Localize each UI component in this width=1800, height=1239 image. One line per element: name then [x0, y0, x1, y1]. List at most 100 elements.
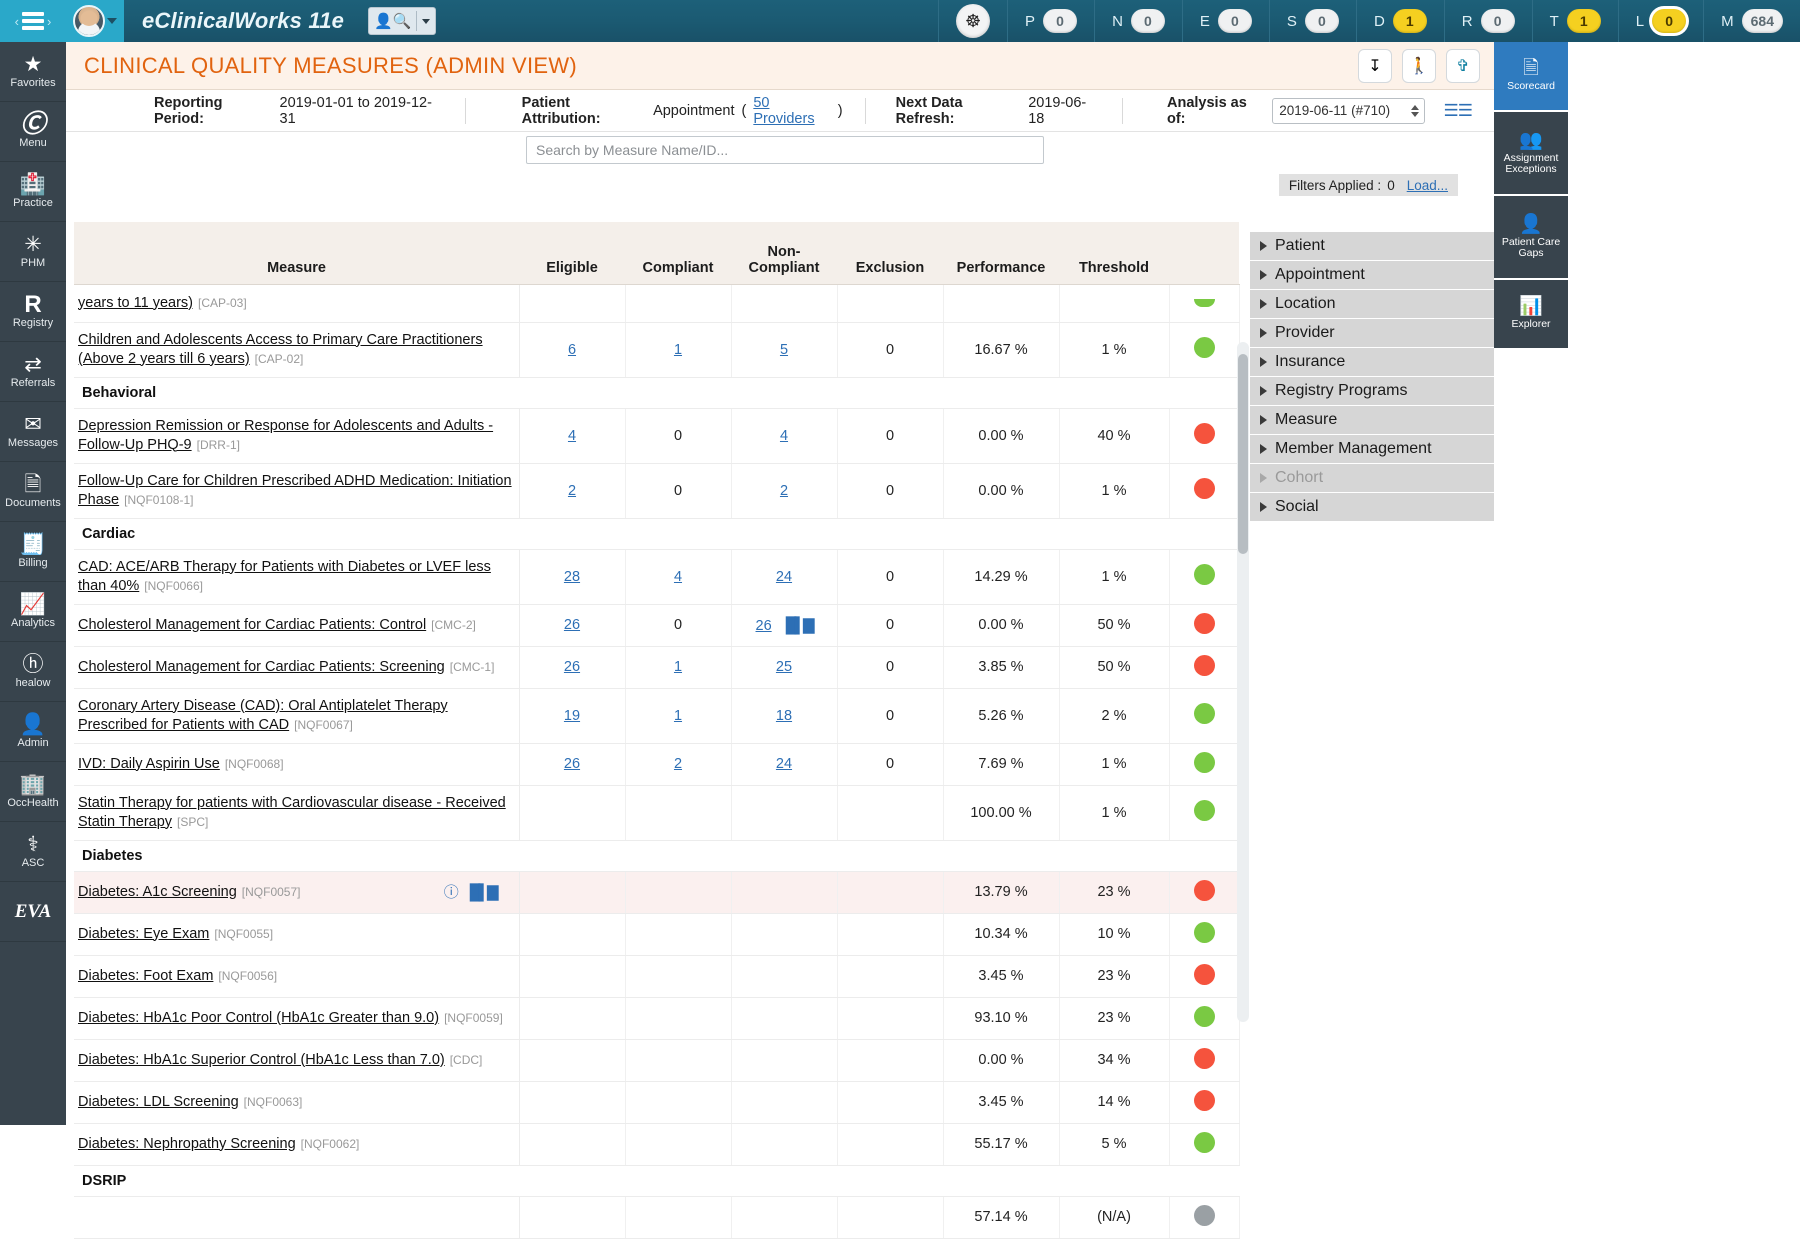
- eligible-link[interactable]: 26: [564, 756, 580, 772]
- sidebar-item-practice[interactable]: 🏥 Practice: [0, 162, 66, 222]
- sidebar-item-admin[interactable]: 👤 Admin: [0, 702, 66, 762]
- col-header-noncompliant[interactable]: Non- Compliant: [731, 222, 837, 285]
- measure-link[interactable]: Diabetes: HbA1c Superior Control (HbA1c …: [78, 1052, 445, 1068]
- col-header-exclusion[interactable]: Exclusion: [837, 222, 943, 285]
- sidebar-item-eva[interactable]: EVA: [0, 882, 66, 942]
- eligible-cell[interactable]: 26: [519, 604, 626, 647]
- noncompliant-cell[interactable]: 4: [731, 408, 838, 464]
- eligible-link[interactable]: 26: [564, 617, 580, 633]
- sidebar-item-billing[interactable]: 🧾 Billing: [0, 522, 66, 582]
- table-row[interactable]: Depression Remission or Response for Ado…: [74, 408, 1240, 464]
- col-header-threshold[interactable]: Threshold: [1059, 222, 1169, 285]
- table-row[interactable]: IVD: Daily Aspirin Use [NQF0068] 26 2 24 …: [74, 743, 1240, 786]
- eligible-cell[interactable]: 28: [519, 549, 626, 605]
- chevron-down-icon[interactable]: [107, 18, 117, 24]
- compliant-link[interactable]: 1: [674, 342, 682, 358]
- table-scrollbar[interactable]: [1237, 342, 1249, 1022]
- col-header-performance[interactable]: Performance: [943, 222, 1059, 285]
- filter-section-location[interactable]: Location: [1250, 290, 1494, 318]
- col-header-compliant[interactable]: Compliant: [625, 222, 731, 285]
- table-row[interactable]: Diabetes: A1c Screening [NQF0057] ⓘ █▌▇ 1…: [74, 871, 1240, 914]
- filter-section-patient[interactable]: Patient: [1250, 232, 1494, 260]
- tab-patient-care-gaps[interactable]: 👤 Patient Care Gaps: [1494, 196, 1568, 280]
- filter-section-appointment[interactable]: Appointment: [1250, 261, 1494, 289]
- measure-link[interactable]: IVD: Daily Aspirin Use: [78, 756, 220, 772]
- table-row[interactable]: Diabetes: Nephropathy Screening [NQF0062]…: [74, 1123, 1240, 1166]
- table-row[interactable]: CAD: ACE/ARB Therapy for Patients with D…: [74, 549, 1240, 605]
- table-row[interactable]: Follow-Up Care for Children Prescribed A…: [74, 463, 1240, 519]
- table-row[interactable]: Diabetes: HbA1c Superior Control (HbA1c …: [74, 1039, 1240, 1082]
- noncompliant-link[interactable]: 4: [780, 428, 788, 444]
- stepper-icon[interactable]: [1410, 104, 1419, 117]
- compliant-cell[interactable]: 4: [625, 549, 732, 605]
- table-row[interactable]: 57.14 % (N/A): [74, 1196, 1240, 1239]
- noncompliant-link[interactable]: 5: [780, 342, 788, 358]
- measure-link[interactable]: Cholesterol Management for Cardiac Patie…: [78, 617, 426, 633]
- eligible-link[interactable]: 28: [564, 569, 580, 585]
- filter-section-registry-programs[interactable]: Registry Programs: [1250, 377, 1494, 405]
- sidebar-item-favorites[interactable]: ★ Favorites: [0, 42, 66, 102]
- measure-link[interactable]: Diabetes: LDL Screening: [78, 1094, 239, 1110]
- sidebar-item-messages[interactable]: ✉ Messages: [0, 402, 66, 462]
- eligible-cell[interactable]: 26: [519, 743, 626, 786]
- help-icon[interactable]: ⓘ: [444, 883, 459, 902]
- noncompliant-cell[interactable]: 24: [731, 549, 838, 605]
- load-filters-link[interactable]: Load...: [1407, 178, 1448, 193]
- bar-chart-icon[interactable]: █▌▇: [786, 617, 815, 634]
- eligible-cell[interactable]: 2: [519, 463, 626, 519]
- patient-search-button[interactable]: 👤🔍: [368, 7, 437, 35]
- search-input[interactable]: [526, 136, 1044, 164]
- eligible-link[interactable]: 2: [568, 483, 576, 499]
- sidebar-item-analytics[interactable]: 📈 Analytics: [0, 582, 66, 642]
- noncompliant-cell[interactable]: 18: [731, 688, 838, 744]
- compliant-link[interactable]: 2: [674, 756, 682, 772]
- eligible-cell[interactable]: 26: [519, 646, 626, 689]
- badge-M[interactable]: M 684: [1703, 0, 1800, 42]
- sidebar-item-referrals[interactable]: ⇄ Referrals: [0, 342, 66, 402]
- col-header-eligible[interactable]: Eligible: [519, 222, 625, 285]
- table-row[interactable]: Diabetes: HbA1c Poor Control (HbA1c Grea…: [74, 997, 1240, 1040]
- measure-link[interactable]: Diabetes: Nephropathy Screening: [78, 1136, 296, 1152]
- noncompliant-link[interactable]: 18: [776, 708, 792, 724]
- table-row[interactable]: Statin Therapy for patients with Cardiov…: [74, 785, 1240, 841]
- table-row[interactable]: Coronary Artery Disease (CAD): Oral Anti…: [74, 688, 1240, 744]
- table-row[interactable]: Diabetes: Foot Exam [NQF0056] 3.45 % 23 %: [74, 955, 1240, 998]
- compliant-link[interactable]: 4: [674, 569, 682, 585]
- table-row[interactable]: years to 11 years) [CAP-03]: [74, 284, 1240, 323]
- compliant-cell[interactable]: 2: [625, 743, 732, 786]
- bar-chart-icon[interactable]: █▌▇: [470, 883, 499, 902]
- sidebar-item-documents[interactable]: 🗎 Documents: [0, 462, 66, 522]
- sidebar-item-occhealth[interactable]: 🏢 OccHealth: [0, 762, 66, 822]
- sync-button-cell[interactable]: ☸: [938, 0, 1007, 42]
- noncompliant-cell[interactable]: 25: [731, 646, 838, 689]
- measure-link[interactable]: CAD: ACE/ARB Therapy for Patients with D…: [78, 559, 491, 594]
- hamburger-icon[interactable]: [22, 12, 44, 30]
- noncompliant-cell[interactable]: 5: [731, 322, 838, 378]
- sidebar-item-menu[interactable]: Ⓒ Menu: [0, 102, 66, 162]
- nav-prev-icon[interactable]: ‹: [15, 14, 19, 29]
- table-row[interactable]: Diabetes: Eye Exam [NQF0055] 10.34 % 10 %: [74, 913, 1240, 956]
- measure-link[interactable]: Statin Therapy for patients with Cardiov…: [78, 795, 506, 830]
- providers-link[interactable]: 50 Providers: [753, 95, 830, 127]
- scrollbar-thumb[interactable]: [1238, 354, 1248, 554]
- table-row[interactable]: Cholesterol Management for Cardiac Patie…: [74, 604, 1240, 647]
- badge-R[interactable]: R 0: [1443, 0, 1532, 42]
- measure-link[interactable]: Coronary Artery Disease (CAD): Oral Anti…: [78, 698, 448, 733]
- user-avatar-menu[interactable]: [66, 0, 124, 42]
- list-view-icon[interactable]: ☰☰: [1444, 101, 1474, 121]
- badge-S[interactable]: S 0: [1268, 0, 1356, 42]
- filter-section-member-management[interactable]: Member Management: [1250, 435, 1494, 463]
- measure-link[interactable]: Cholesterol Management for Cardiac Patie…: [78, 659, 445, 675]
- eligible-cell[interactable]: 4: [519, 408, 626, 464]
- noncompliant-link[interactable]: 25: [776, 659, 792, 675]
- measure-link[interactable]: Diabetes: A1c Screening: [78, 884, 237, 900]
- compliant-cell[interactable]: 1: [625, 646, 732, 689]
- tab-explorer[interactable]: 📊 Explorer: [1494, 280, 1568, 350]
- measure-link[interactable]: years to 11 years): [78, 295, 193, 311]
- compliant-cell[interactable]: 1: [625, 322, 732, 378]
- sidebar-item-phm[interactable]: ✳ PHM: [0, 222, 66, 282]
- noncompliant-cell[interactable]: 24: [731, 743, 838, 786]
- filter-section-social[interactable]: Social: [1250, 493, 1494, 521]
- sidebar-item-asc[interactable]: ⚕ ASC: [0, 822, 66, 882]
- badge-E[interactable]: E 0: [1181, 0, 1269, 42]
